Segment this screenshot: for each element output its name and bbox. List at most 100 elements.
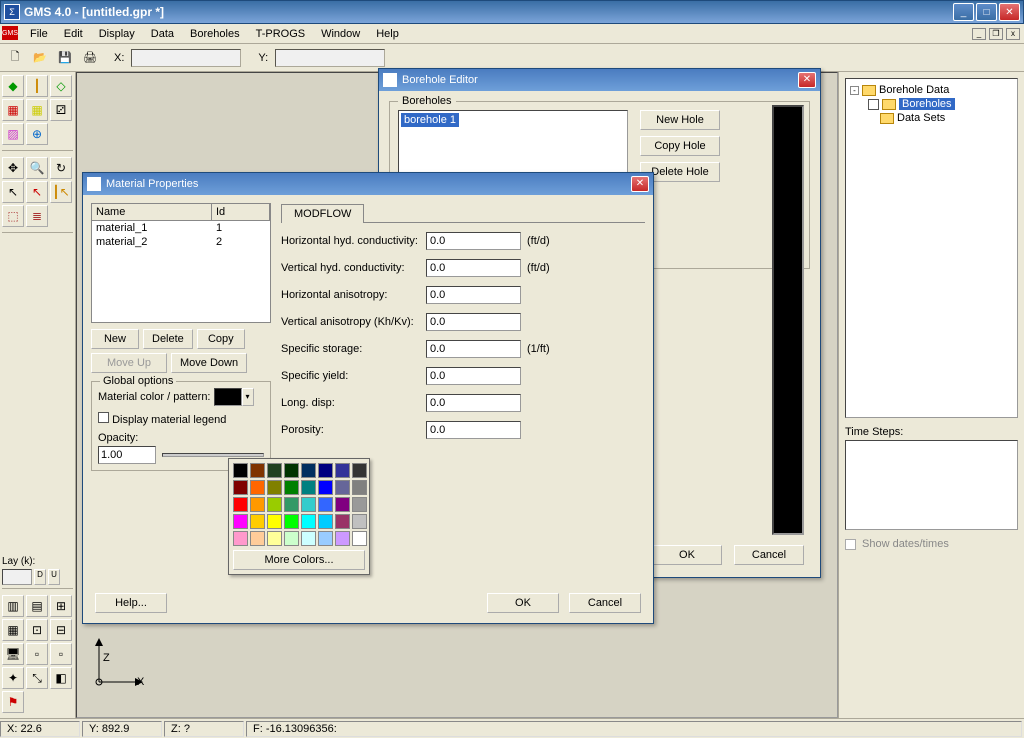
new-material-button[interactable]: New <box>91 329 139 349</box>
delete-material-button[interactable]: Delete <box>143 329 193 349</box>
borehole-list-item[interactable]: borehole 1 <box>401 113 459 127</box>
open-file-icon[interactable]: 📂 <box>29 47 51 69</box>
color-cell[interactable] <box>318 497 333 512</box>
menu-tprogs[interactable]: T-PROGS <box>248 26 314 42</box>
pointer-icon[interactable]: ↖ <box>2 181 24 203</box>
cube-wire-icon[interactable]: ◇ <box>50 75 72 97</box>
color-cell[interactable] <box>233 514 248 529</box>
prop-input[interactable] <box>426 394 521 412</box>
tree-datasets[interactable]: Data Sets <box>897 112 945 124</box>
color-cell[interactable] <box>250 531 265 546</box>
color-cell[interactable] <box>335 514 350 529</box>
color-cell[interactable] <box>301 514 316 529</box>
color-cell[interactable] <box>250 514 265 529</box>
y-coord-input[interactable] <box>275 49 385 67</box>
misc-tool-2-icon[interactable]: ▤ <box>26 595 48 617</box>
menu-data[interactable]: Data <box>143 26 182 42</box>
monitor-icon[interactable]: 🖥 <box>2 643 24 665</box>
material-table[interactable]: NameId material_11 material_22 <box>91 203 271 323</box>
minimize-button[interactable]: _ <box>953 3 974 21</box>
color-cell[interactable] <box>233 463 248 478</box>
x-coord-input[interactable] <box>131 49 241 67</box>
color-cell[interactable] <box>284 480 299 495</box>
misc-tool-5-icon[interactable]: ⊡ <box>26 619 48 641</box>
new-hole-button[interactable]: New Hole <box>640 110 720 130</box>
select-red-icon[interactable]: ↖ <box>26 181 48 203</box>
color-cell[interactable] <box>284 514 299 529</box>
misc-tool-3-icon[interactable]: ⊞ <box>50 595 72 617</box>
cube-color-icon[interactable]: ◧ <box>50 667 72 689</box>
color-cell[interactable] <box>301 497 316 512</box>
color-cell[interactable] <box>233 480 248 495</box>
tree-boreholes[interactable]: Boreholes <box>899 98 955 110</box>
moveup-button[interactable]: Move Up <box>91 353 167 373</box>
color-cell[interactable] <box>284 497 299 512</box>
showdates-checkbox[interactable] <box>845 539 856 550</box>
prop-input[interactable] <box>426 286 521 304</box>
display-legend-checkbox[interactable] <box>98 412 109 423</box>
material-cancel-button[interactable]: Cancel <box>569 593 641 613</box>
mesh-pink-icon[interactable]: ▨ <box>2 123 24 145</box>
mdi-restore-button[interactable]: ❐ <box>989 28 1003 40</box>
menu-display[interactable]: Display <box>91 26 143 42</box>
color-cell[interactable] <box>250 497 265 512</box>
color-cell[interactable] <box>250 480 265 495</box>
prop-input[interactable] <box>426 340 521 358</box>
maximize-button[interactable]: □ <box>976 3 997 21</box>
color-cell[interactable] <box>352 514 367 529</box>
layer-up-button[interactable]: U <box>48 569 60 585</box>
color-cell[interactable] <box>318 514 333 529</box>
collapse-icon[interactable]: ⤡ <box>26 667 48 689</box>
tree-root[interactable]: Borehole Data <box>879 84 949 96</box>
color-cell[interactable] <box>233 497 248 512</box>
borehole-tool-icon[interactable]: ┃ <box>26 75 48 97</box>
misc-tool-8-icon[interactable]: ▫ <box>50 643 72 665</box>
rotate-icon[interactable]: ↻ <box>50 157 72 179</box>
color-dropdown-button[interactable]: ▾ <box>242 388 254 406</box>
save-icon[interactable]: 💾 <box>54 47 76 69</box>
prop-input[interactable] <box>426 313 521 331</box>
color-cell[interactable] <box>301 463 316 478</box>
color-cell[interactable] <box>284 531 299 546</box>
color-cell[interactable] <box>352 463 367 478</box>
color-cell[interactable] <box>352 531 367 546</box>
tree-view[interactable]: - Borehole Data Boreholes Data Sets <box>845 78 1018 418</box>
copy-hole-button[interactable]: Copy Hole <box>640 136 720 156</box>
tab-modflow[interactable]: MODFLOW <box>281 204 364 223</box>
color-cell[interactable] <box>301 480 316 495</box>
borehole-cancel-button[interactable]: Cancel <box>734 545 804 565</box>
mat-row-name[interactable]: material_2 <box>92 235 212 249</box>
material-ok-button[interactable]: OK <box>487 593 559 613</box>
material-close-button[interactable]: ✕ <box>631 176 649 192</box>
grid-red-icon[interactable]: ▦ <box>2 99 24 121</box>
opacity-input[interactable] <box>98 446 156 464</box>
zoom-icon[interactable]: 🔍 <box>26 157 48 179</box>
prop-input[interactable] <box>426 421 521 439</box>
color-cell[interactable] <box>318 480 333 495</box>
print-icon[interactable]: 🖨 <box>79 47 101 69</box>
misc-tool-1-icon[interactable]: ▥ <box>2 595 24 617</box>
color-cell[interactable] <box>352 480 367 495</box>
borehole-close-button[interactable]: ✕ <box>798 72 816 88</box>
color-cell[interactable] <box>267 531 282 546</box>
prop-input[interactable] <box>426 367 521 385</box>
timesteps-list[interactable] <box>845 440 1018 530</box>
col-name[interactable]: Name <box>92 204 212 220</box>
prop-input[interactable] <box>426 259 521 277</box>
color-cell[interactable] <box>267 463 282 478</box>
cube-green-icon[interactable]: ◆ <box>2 75 24 97</box>
menu-window[interactable]: Window <box>313 26 368 42</box>
color-cell[interactable] <box>352 497 367 512</box>
globe-icon[interactable]: ⊕ <box>26 123 48 145</box>
color-cell[interactable] <box>335 463 350 478</box>
tree-expand-icon[interactable]: - <box>850 86 859 95</box>
color-cell[interactable] <box>301 531 316 546</box>
copy-material-button[interactable]: Copy <box>197 329 245 349</box>
color-cell[interactable] <box>267 480 282 495</box>
prop-input[interactable] <box>426 232 521 250</box>
color-cell[interactable] <box>267 497 282 512</box>
menu-boreholes[interactable]: Boreholes <box>182 26 248 42</box>
layer-down-button[interactable]: D <box>34 569 46 585</box>
dice-icon[interactable]: ⚂ <box>50 99 72 121</box>
more-colors-button[interactable]: More Colors... <box>233 550 365 570</box>
